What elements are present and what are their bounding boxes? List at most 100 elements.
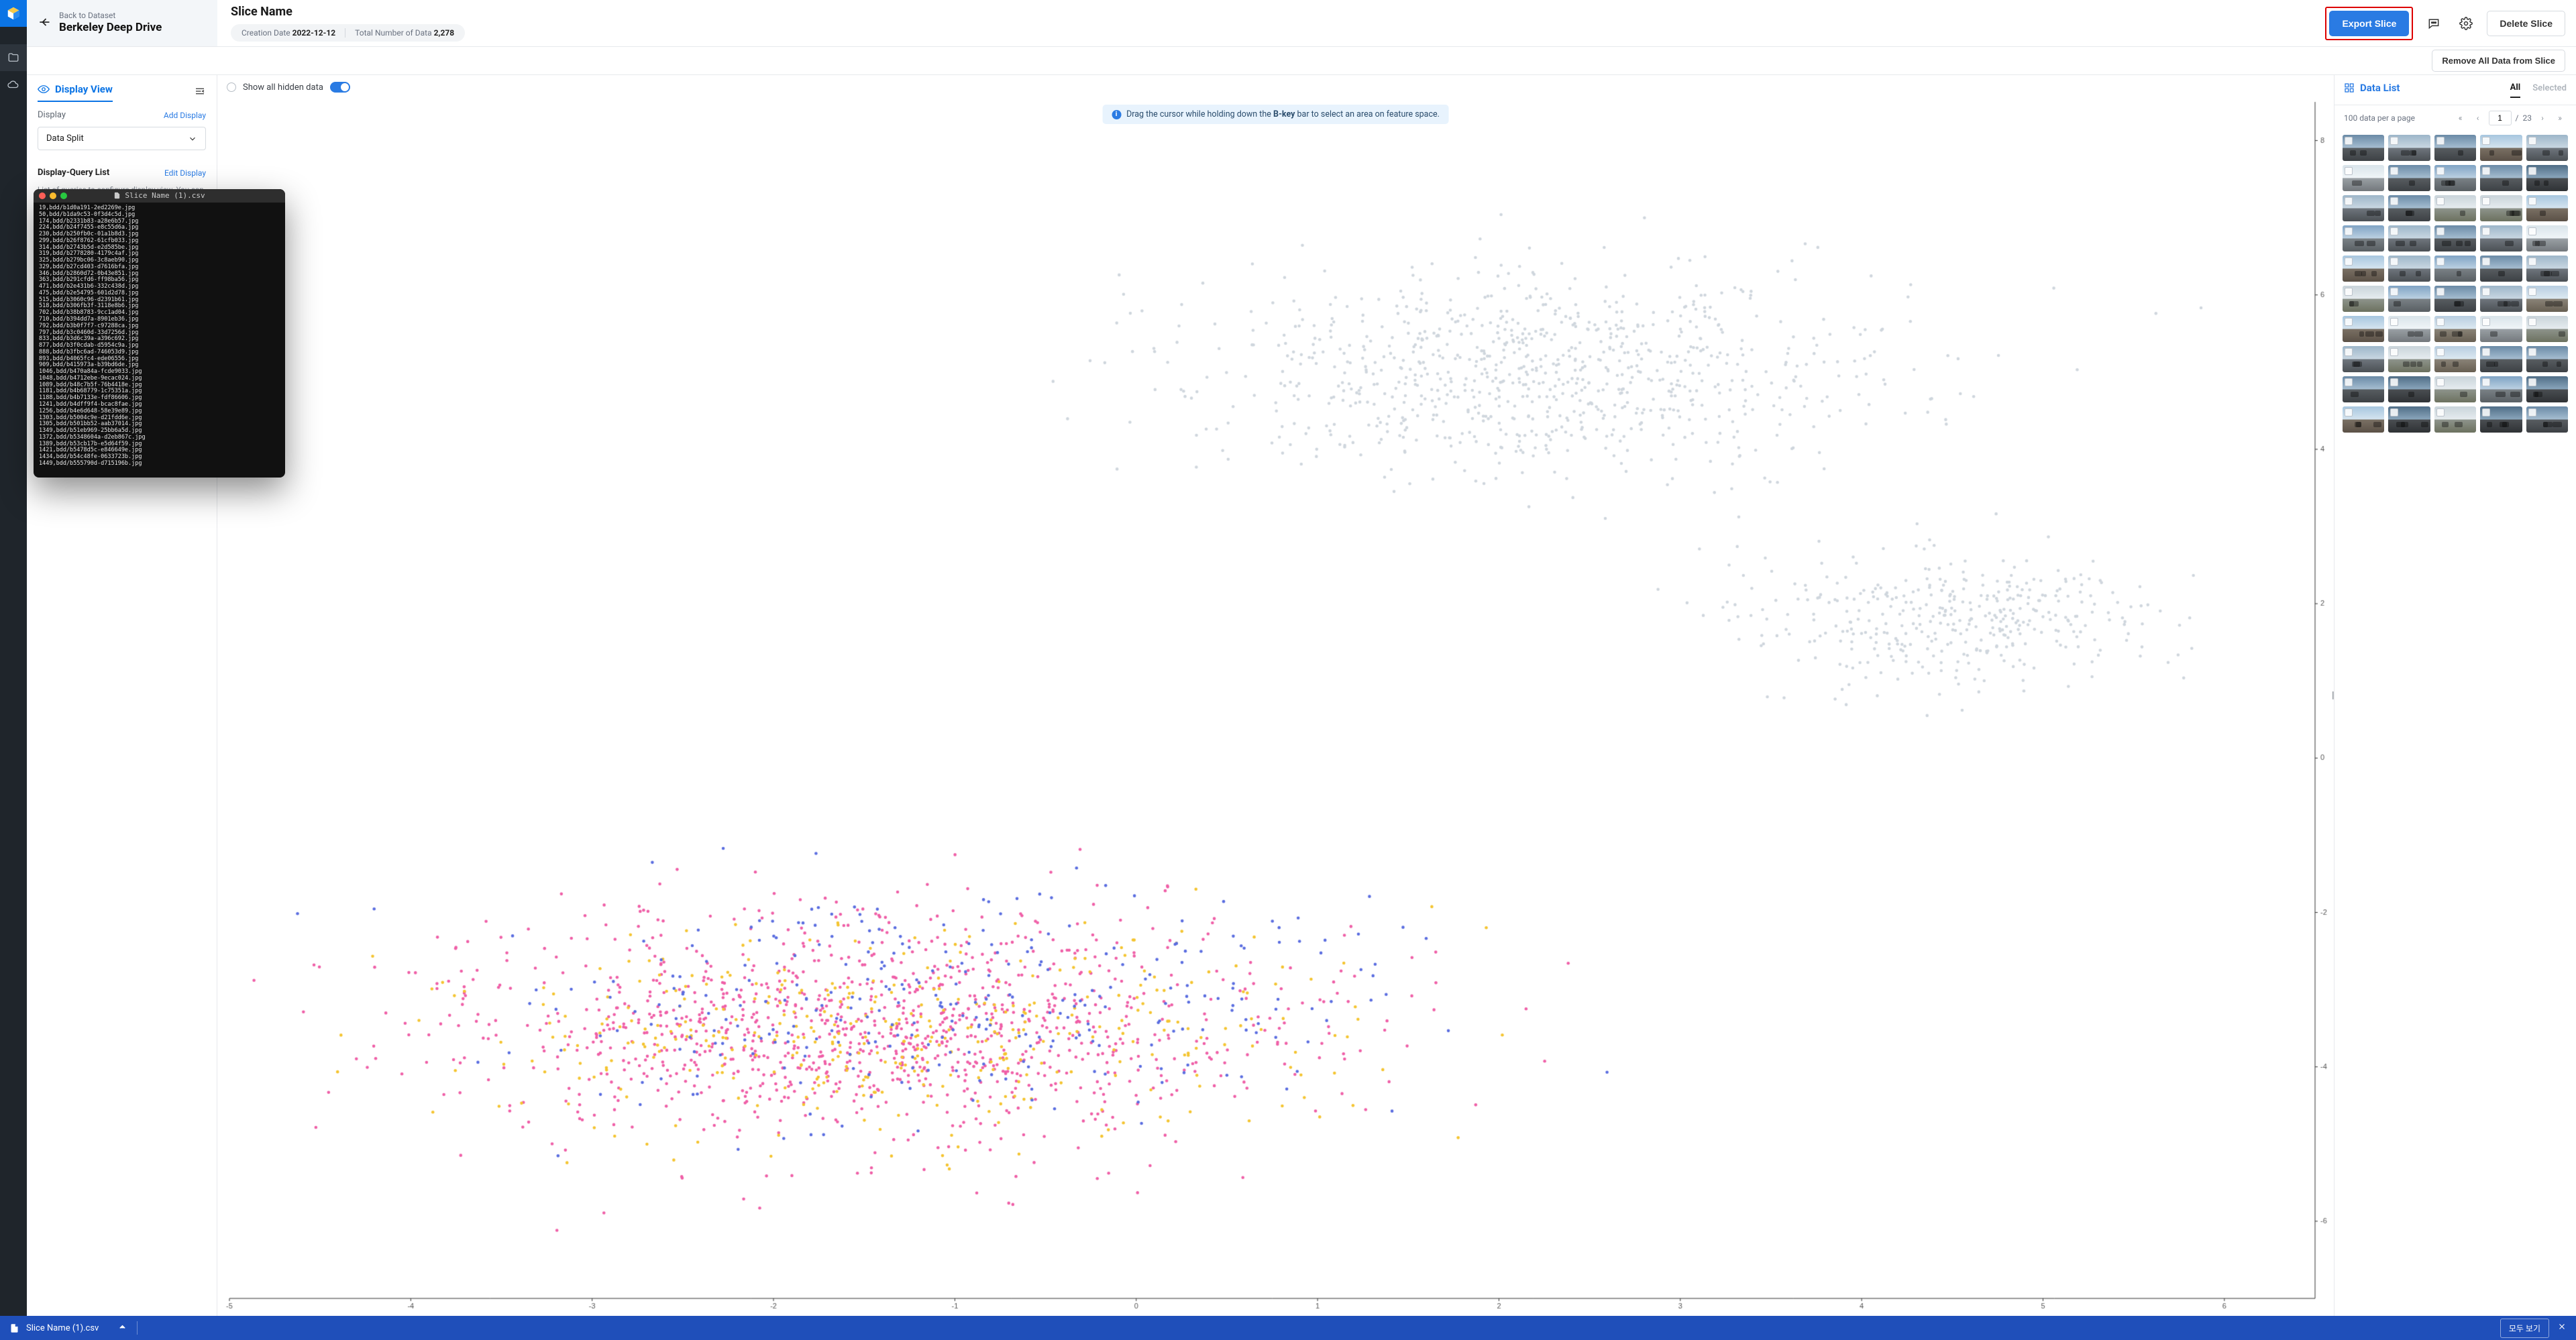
thumbnail-checkbox[interactable] [2345, 378, 2353, 386]
thumbnail[interactable] [2388, 346, 2430, 372]
thumbnail-checkbox[interactable] [2528, 167, 2536, 175]
data-list-tab[interactable]: Data List [2344, 82, 2400, 98]
thumbnail-checkbox[interactable] [2482, 408, 2490, 416]
filter-all-tab[interactable]: All [2510, 82, 2521, 98]
thumbnail-checkbox[interactable] [2528, 288, 2536, 296]
thumbnail[interactable] [2526, 406, 2568, 433]
thumbnail[interactable] [2343, 346, 2384, 372]
thumbnail-checkbox[interactable] [2528, 408, 2536, 416]
thumbnail-checkbox[interactable] [2345, 258, 2353, 266]
thumbnail[interactable] [2343, 165, 2384, 191]
thumbnail-checkbox[interactable] [2390, 288, 2398, 296]
thumbnail-checkbox[interactable] [2345, 288, 2353, 296]
thumbnail-checkbox[interactable] [2482, 318, 2490, 326]
thumbnail-checkbox[interactable] [2390, 258, 2398, 266]
thumbnail-checkbox[interactable] [2390, 197, 2398, 205]
thumbnail[interactable] [2388, 256, 2430, 282]
thumbnail[interactable] [2343, 406, 2384, 433]
thumbnail[interactable] [2480, 256, 2522, 282]
thumbnail-checkbox[interactable] [2436, 137, 2445, 145]
thumbnail-checkbox[interactable] [2390, 227, 2398, 235]
delete-slice-button[interactable]: Delete Slice [2487, 11, 2565, 36]
thumbnail-checkbox[interactable] [2528, 227, 2536, 235]
display-dropdown[interactable]: Data Split [38, 127, 206, 150]
thumbnail[interactable] [2526, 135, 2568, 161]
thumbnail-checkbox[interactable] [2528, 318, 2536, 326]
app-logo[interactable] [0, 0, 27, 27]
thumbnail-checkbox[interactable] [2436, 258, 2445, 266]
thumbnail[interactable] [2526, 256, 2568, 282]
thumbnail[interactable] [2388, 316, 2430, 342]
thumbnail-checkbox[interactable] [2345, 227, 2353, 235]
breadcrumb[interactable]: Back to Dataset Berkeley Deep Drive [27, 0, 217, 46]
thumbnail-checkbox[interactable] [2482, 197, 2490, 205]
thumbnail[interactable] [2480, 286, 2522, 312]
thumbnail-checkbox[interactable] [2482, 258, 2490, 266]
thumbnail-checkbox[interactable] [2436, 378, 2445, 386]
thumbnail[interactable] [2434, 256, 2476, 282]
thumbnail-checkbox[interactable] [2390, 167, 2398, 175]
export-slice-button[interactable]: Export Slice [2329, 11, 2409, 36]
thumbnail[interactable] [2526, 286, 2568, 312]
download-file-chip[interactable]: Slice Name (1).csv [9, 1322, 127, 1335]
thumbnail[interactable] [2388, 225, 2430, 252]
thumbnail[interactable] [2434, 346, 2476, 372]
thumbnail-checkbox[interactable] [2436, 288, 2445, 296]
thumbnail[interactable] [2480, 195, 2522, 221]
collapse-panel-button[interactable] [194, 85, 206, 100]
thumbnail-checkbox[interactable] [2345, 318, 2353, 326]
thumbnail[interactable] [2388, 406, 2430, 433]
thumbnail[interactable] [2526, 346, 2568, 372]
view-all-downloads-button[interactable]: 모두 보기 [2500, 1319, 2549, 1338]
thumbnail-checkbox[interactable] [2528, 378, 2536, 386]
feature-space[interactable]: Show all hidden data i Drag the cursor w… [217, 75, 2334, 1316]
filter-selected-tab[interactable]: Selected [2532, 83, 2567, 97]
thumbnail[interactable] [2434, 225, 2476, 252]
thumbnail[interactable] [2526, 225, 2568, 252]
edit-display-link[interactable]: Edit Display [164, 168, 206, 178]
display-view-tab[interactable]: Display View [38, 83, 113, 102]
csv-preview-window[interactable]: Slice Name (1).csv 19,bdd/b1d0a191-2ed22… [34, 189, 285, 478]
thumbnail[interactable] [2434, 135, 2476, 161]
thumbnail-checkbox[interactable] [2390, 137, 2398, 145]
thumbnail-checkbox[interactable] [2482, 348, 2490, 356]
thumbnail[interactable] [2434, 406, 2476, 433]
thumbnail-checkbox[interactable] [2436, 348, 2445, 356]
thumbnail[interactable] [2526, 376, 2568, 402]
thumbnail[interactable] [2343, 376, 2384, 402]
thumbnail[interactable] [2480, 165, 2522, 191]
thumbnail-checkbox[interactable] [2436, 197, 2445, 205]
page-next-button[interactable]: › [2536, 111, 2549, 125]
scatter-canvas[interactable] [217, 75, 2334, 1316]
thumbnail-checkbox[interactable] [2436, 227, 2445, 235]
thumbnail-checkbox[interactable] [2528, 348, 2536, 356]
thumbnail[interactable] [2388, 286, 2430, 312]
thumbnail[interactable] [2480, 346, 2522, 372]
page-prev-button[interactable]: ‹ [2471, 111, 2485, 125]
thumbnail-checkbox[interactable] [2482, 167, 2490, 175]
thumbnail-checkbox[interactable] [2528, 197, 2536, 205]
thumbnail-checkbox[interactable] [2345, 348, 2353, 356]
close-download-bar-button[interactable] [2557, 1322, 2567, 1334]
thumbnail-checkbox[interactable] [2345, 137, 2353, 145]
thumbnail[interactable] [2343, 256, 2384, 282]
thumbnail-checkbox[interactable] [2528, 137, 2536, 145]
thumbnail[interactable] [2526, 195, 2568, 221]
thumbnail[interactable] [2434, 376, 2476, 402]
thumbnail[interactable] [2343, 286, 2384, 312]
comment-button[interactable] [2422, 12, 2445, 35]
thumbnail[interactable] [2480, 376, 2522, 402]
thumbnail-checkbox[interactable] [2436, 167, 2445, 175]
thumbnail-checkbox[interactable] [2345, 197, 2353, 205]
thumbnail[interactable] [2343, 195, 2384, 221]
thumbnail[interactable] [2526, 165, 2568, 191]
panel-resize-handle[interactable]: || [2332, 690, 2334, 701]
rail-item-cloud[interactable] [0, 71, 27, 98]
window-title-bar[interactable]: Slice Name (1).csv [34, 189, 285, 203]
thumbnail[interactable] [2388, 135, 2430, 161]
thumbnail-checkbox[interactable] [2390, 348, 2398, 356]
thumbnail-checkbox[interactable] [2482, 227, 2490, 235]
thumbnail[interactable] [2388, 165, 2430, 191]
thumbnail-checkbox[interactable] [2345, 408, 2353, 416]
rail-item-folder[interactable] [0, 44, 27, 71]
